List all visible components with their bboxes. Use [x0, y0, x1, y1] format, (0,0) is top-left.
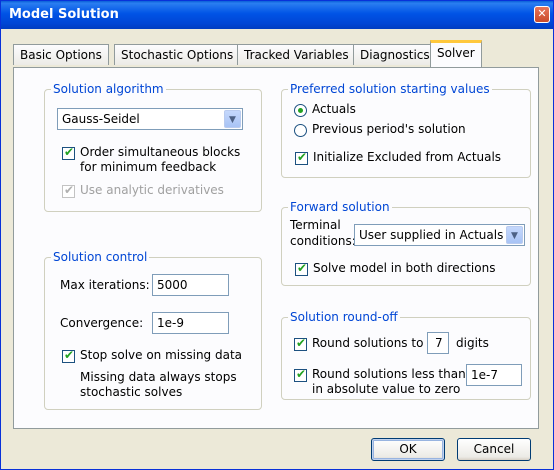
solution-algorithm-select[interactable]: Gauss-Seidel ▼: [57, 108, 243, 130]
terminal-conditions-value: User supplied in Actuals: [359, 228, 504, 242]
round-less-input[interactable]: 1e-7: [466, 364, 522, 386]
roundoff-legend: Solution round-off: [290, 310, 398, 324]
window-title: Model Solution: [9, 7, 119, 22]
analytic-derivatives-label: Use analytic derivatives: [80, 183, 224, 197]
round-less-label-2: in absolute value to zero: [312, 382, 461, 396]
forward-solution-legend: Forward solution: [290, 200, 390, 214]
solve-both-checkbox[interactable]: [295, 261, 308, 276]
order-blocks-checkbox[interactable]: [62, 145, 75, 160]
previous-period-radio[interactable]: [294, 124, 307, 137]
max-iterations-input[interactable]: 5000: [152, 274, 229, 296]
order-blocks-label-1: Order simultaneous blocks: [80, 145, 241, 159]
solution-algorithm-legend: Solution algorithm: [53, 82, 164, 96]
terminal-conditions-select[interactable]: User supplied in Actuals ▼: [354, 224, 525, 246]
order-blocks-label-2: for minimum feedback: [80, 160, 217, 174]
chevron-down-icon[interactable]: ▼: [224, 110, 241, 128]
chevron-down-icon[interactable]: ▼: [506, 226, 523, 244]
solver-panel: Solution algorithm Gauss-Seidel ▼ Order …: [13, 67, 539, 429]
stop-on-missing-label: Stop solve on missing data: [80, 348, 243, 362]
stop-on-missing-checkbox[interactable]: [62, 348, 75, 363]
round-less-label-1: Round solutions less than: [312, 367, 466, 381]
tab-diagnostics[interactable]: Diagnostics: [353, 44, 437, 65]
tab-stochastic-options[interactable]: Stochastic Options: [114, 44, 241, 65]
actuals-label: Actuals: [312, 102, 356, 116]
solution-algorithm-value: Gauss-Seidel: [62, 112, 140, 126]
missing-note-2: stochastic solves: [80, 385, 183, 399]
cancel-button[interactable]: Cancel: [457, 438, 531, 461]
initialize-excluded-checkbox[interactable]: [295, 150, 308, 165]
round-to-checkbox[interactable]: [294, 336, 307, 351]
model-solution-dialog: Model Solution ✕ Basic Options Stochasti…: [0, 0, 554, 470]
tab-basic-options[interactable]: Basic Options: [13, 44, 109, 65]
round-less-checkbox[interactable]: [294, 367, 307, 382]
terminal-label-2: conditions:: [290, 234, 356, 248]
missing-note-1: Missing data always stops: [80, 370, 237, 384]
tab-tracked-variables[interactable]: Tracked Variables: [237, 44, 356, 65]
convergence-input[interactable]: 1e-9: [152, 312, 229, 334]
title-bar[interactable]: Model Solution ✕: [1, 1, 553, 29]
previous-period-label: Previous period's solution: [312, 122, 466, 136]
tab-strip: Basic Options Stochastic Options Tracked…: [1, 39, 553, 69]
digits-label: digits: [456, 336, 489, 350]
analytic-derivatives-checkbox[interactable]: [62, 183, 75, 198]
round-digits-input[interactable]: 7: [427, 332, 449, 354]
preferred-start-legend: Preferred solution starting values: [290, 82, 490, 96]
initialize-excluded-label: Initialize Excluded from Actuals: [313, 150, 502, 164]
solve-both-label: Solve model in both directions: [313, 261, 496, 275]
close-icon[interactable]: ✕: [534, 6, 550, 23]
terminal-label-1: Terminal: [290, 218, 341, 232]
round-to-label: Round solutions to: [312, 336, 424, 350]
convergence-label: Convergence:: [60, 316, 144, 330]
actuals-radio[interactable]: [294, 104, 307, 117]
ok-button[interactable]: OK: [371, 438, 445, 461]
max-iterations-label: Max iterations:: [60, 278, 150, 292]
solution-control-legend: Solution control: [53, 250, 148, 264]
tab-solver[interactable]: Solver: [430, 40, 482, 67]
